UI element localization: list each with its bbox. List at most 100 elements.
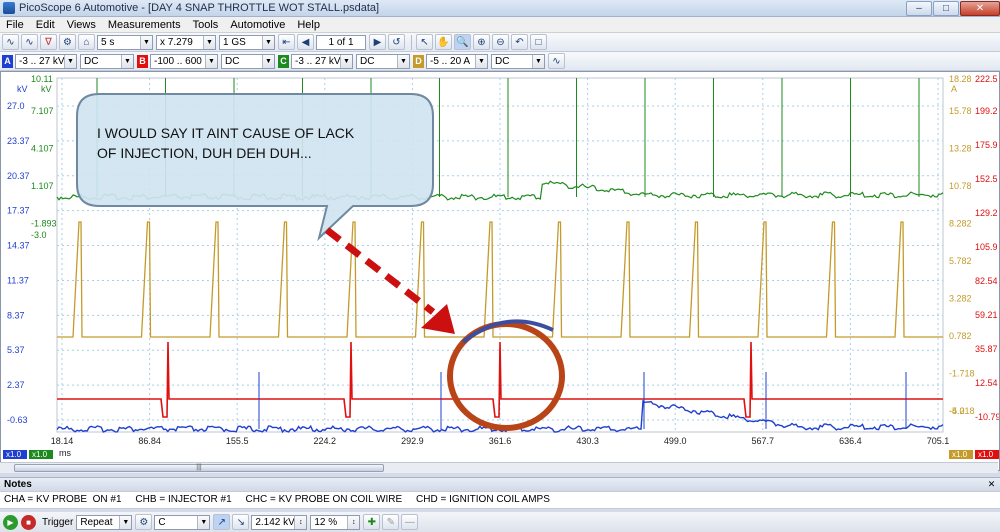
menu-tools[interactable]: Tools [187,19,225,31]
menu-automotive[interactable]: Automotive [224,19,291,31]
menu-file[interactable]: File [0,19,30,31]
channel-a-tick-label: 11.37 [7,275,29,285]
channel-c-tick-label: -1.893 [31,219,57,229]
scale-badge-left: x1.0 [6,450,22,459]
channel-b-tick-label: 59.21 [975,310,998,320]
undo-zoom-icon[interactable]: ↶ [511,34,528,50]
advanced-trigger-icon[interactable]: ⚙ [135,514,153,530]
channel-b-tick-label: 152.5 [975,174,998,184]
stop-capture-icon[interactable]: ■ [21,514,36,530]
channel-d-tick-label: 3.282 [949,294,972,304]
channel-options-icon[interactable]: ⚙ [59,34,76,50]
horizontal-scrollbar[interactable]: ||| [0,462,998,473]
scope-view[interactable]: 18.14 86.84 155.5 224.2 292.9 361.6 430.3 499.0… [0,71,1000,471]
channel-b-tick-label: 222.5 [975,74,998,84]
channel-b-range[interactable]: -100 .. 600 ▼ [150,53,218,69]
x-tick-label: 499.0 [664,436,687,446]
delete-measurement-icon[interactable]: — [401,514,419,530]
channel-d-tick-label: 18.28 [949,74,972,84]
menu-bar: File Edit Views Measurements Tools Autom… [0,17,1000,33]
channel-b-coupling[interactable]: DC ▼ [221,53,275,69]
channel-a-tick-label: 17.37 [7,206,30,216]
channel-c-range[interactable]: -3 .. 27 kV ▼ [291,53,353,69]
next-buffer-icon[interactable]: ▶ [369,34,386,50]
channel-c-tick-label: 4.107 [31,144,54,154]
channel-b-tick-label: -10.79 [975,412,999,422]
zoom-select[interactable]: x 7.279 ▼ [156,34,216,50]
zoom-out-icon[interactable]: ⊖ [492,34,509,50]
timebase-select[interactable]: 5 s ▼ [97,34,153,50]
chevron-down-icon: ▼ [532,54,544,68]
menu-help[interactable]: Help [291,19,326,31]
menu-edit[interactable]: Edit [30,19,61,31]
callout-line-1: I WOULD SAY IT AINT CAUSE OF LACK [97,125,355,141]
channel-a-range[interactable]: -3 .. 27 kV ▼ [15,53,77,69]
home-icon[interactable]: ⌂ [78,34,95,50]
channel-b-tick-label: 12.54 [975,378,998,388]
channel-a-unit: kV [17,84,28,94]
add-measurement-icon[interactable]: ✚ [363,514,381,530]
trigger-label: Trigger [42,516,74,528]
zoom-in-icon[interactable]: ⊕ [473,34,490,50]
menu-views[interactable]: Views [61,19,102,31]
trigger-level-field[interactable]: 2.142 kV ↕ [251,514,308,530]
maximize-button[interactable]: □ [933,0,959,16]
x-tick-label: 292.9 [401,436,424,446]
trigger-source-select[interactable]: C ▼ [154,514,211,530]
first-buffer-icon[interactable]: ⇤ [278,34,295,50]
spinner-icon: ↕ [294,515,307,529]
chevron-down-icon: ▼ [397,54,409,68]
zoom-to-fit-icon[interactable]: □ [530,34,547,50]
previous-buffer-icon[interactable]: ◀ [297,34,314,50]
falling-edge-icon[interactable]: ↘ [232,514,250,530]
scope-waveform-plot: 18.14 86.84 155.5 224.2 292.9 361.6 430.3 499.0… [3,74,1000,459]
channel-d-tick-label: -5.0 [949,406,965,416]
channel-d-badge[interactable]: D [413,54,424,68]
scope-mode-icon[interactable]: ∿ [2,34,19,50]
notes-text[interactable]: CHA = KV PROBE ON #1 CHB = INJECTOR #1 C… [0,491,1000,509]
chevron-down-icon: ▼ [121,54,133,68]
zoom-window-icon[interactable]: 🔍 [454,34,471,50]
rising-edge-icon[interactable]: ↗ [213,514,231,530]
x-axis-unit: ms [59,448,71,458]
channel-d-coupling[interactable]: DC ▼ [491,53,545,69]
trigger-mode-select[interactable]: Repeat ▼ [76,514,133,530]
channel-c-unit: kV [41,84,52,94]
x-tick-label: 361.6 [489,436,512,446]
channel-b-tick-label: 199.2 [975,106,998,116]
pretrigger-field[interactable]: 12 % ↕ [310,514,361,530]
channel-b-tick-label: 175.9 [975,140,998,150]
pointer-tool-icon[interactable]: ↖ [416,34,433,50]
channel-d-unit: A [951,84,957,94]
window-title: PicoScope 6 Automotive - [DAY 4 SNAP THR… [19,2,380,14]
channel-b-badge[interactable]: B [137,54,148,68]
edit-measurement-icon[interactable]: ✎ [382,514,400,530]
channel-d-tick-label: 13.28 [949,144,972,154]
buffer-navigator[interactable]: 1 of 1 [316,34,366,50]
channel-a-badge[interactable]: A [2,54,13,68]
persistence-mode-icon[interactable]: ∿ [21,34,38,50]
minimize-button[interactable]: – [906,0,932,16]
spinner-icon: ↕ [347,515,360,529]
channel-c-tick-label: 7.107 [31,106,54,116]
channel-c-coupling[interactable]: DC ▼ [356,53,410,69]
math-channel-icon[interactable]: ∿ [548,53,565,69]
close-icon[interactable]: ✕ [986,479,997,490]
samples-select[interactable]: 1 GS ▼ [219,34,275,50]
signal-generator-icon[interactable]: ∇ [40,34,57,50]
channel-b-tick-label: 35.87 [975,344,998,354]
toolbar-divider [411,34,412,50]
channel-d-range[interactable]: -5 .. 20 A ▼ [426,53,488,69]
close-button[interactable]: ✕ [960,0,1000,16]
channel-a-tick-label: 20.37 [7,171,30,181]
notes-title: Notes [4,479,32,490]
scrollbar-thumb[interactable]: ||| [14,464,384,472]
hand-tool-icon[interactable]: ✋ [435,34,452,50]
menu-measurements[interactable]: Measurements [102,19,187,31]
channel-a-coupling[interactable]: DC ▼ [80,53,134,69]
start-capture-icon[interactable]: ▶ [3,514,18,530]
capture-toolbar: ∿ ∿ ∇ ⚙ ⌂ 5 s ▼ x 7.279 ▼ 1 GS ▼ ⇤ ◀ 1 of 1… [0,33,1000,52]
callout-line-2: OF INJECTION, DUH DEH DUH... [97,145,312,161]
channel-c-badge[interactable]: C [278,54,289,68]
navigator-icon[interactable]: ↺ [388,34,405,50]
